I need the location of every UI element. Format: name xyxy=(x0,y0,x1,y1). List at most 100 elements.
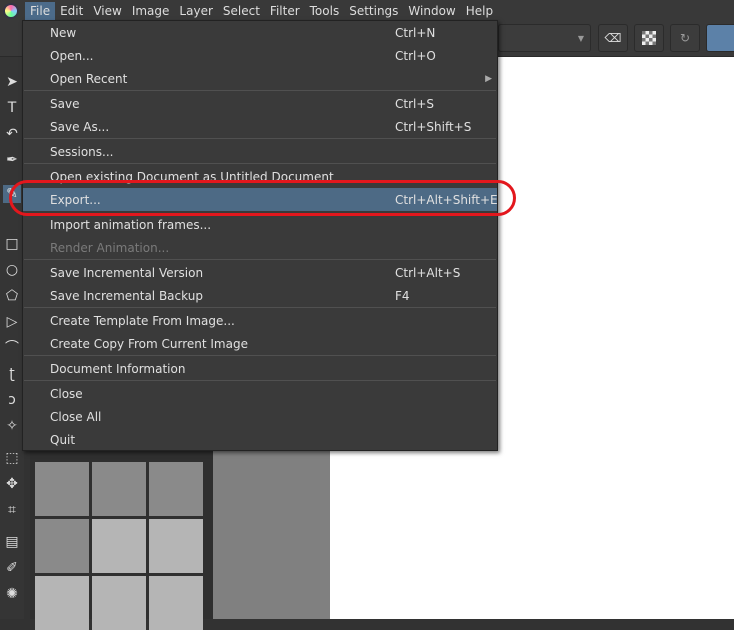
menu-item-open[interactable]: Open... Ctrl+O xyxy=(23,44,497,67)
menu-item-label: Open Recent xyxy=(50,71,128,86)
menu-item-export[interactable]: Export... Ctrl+Alt+Shift+E xyxy=(23,188,498,211)
menu-item-import-animation-frames[interactable]: Import animation frames... xyxy=(23,213,497,236)
menu-item-close-all[interactable]: Close All xyxy=(23,405,497,428)
menu-item-shortcut: Ctrl+S xyxy=(395,96,435,111)
menu-bar: File Edit View Image Layer Select Filter Tools S… xyxy=(0,0,734,21)
menu-item-quit[interactable]: Quit xyxy=(23,428,497,451)
dynamic-brush-icon[interactable]: ↄ xyxy=(3,391,21,409)
eraser-icon: ⌫ xyxy=(604,31,622,45)
menu-separator xyxy=(24,380,496,381)
color-picker-icon[interactable]: ✐ xyxy=(3,559,21,577)
menu-file[interactable]: File xyxy=(25,1,56,20)
menu-view[interactable]: View xyxy=(88,2,126,20)
toolbox: ➤ T ↶ ✒ ✎ □ ○ ⬠ ▷ ⌒ ʈ ↄ ✧ ⬚ ✥ ⌗ ▤ ✐ ✺ xyxy=(0,57,24,619)
brush-preset[interactable] xyxy=(149,519,203,573)
menu-item-label: Document Information xyxy=(50,361,186,376)
rectangular-select-icon[interactable]: ⬚ xyxy=(3,449,21,467)
checkerboard-icon xyxy=(642,31,656,45)
menu-separator xyxy=(24,138,496,139)
menu-help[interactable]: Help xyxy=(461,2,498,20)
menu-item-shortcut: Ctrl+Alt+S xyxy=(395,265,461,280)
reload-icon: ↻ xyxy=(679,31,691,45)
menu-item-label: Create Copy From Current Image xyxy=(50,336,248,351)
reload-preset-button[interactable]: ↻ xyxy=(670,24,700,52)
brush-preset[interactable] xyxy=(35,576,89,630)
menu-item-sessions[interactable]: Sessions... xyxy=(23,140,497,163)
multibrush-icon[interactable]: ✧ xyxy=(3,417,21,435)
menu-filter[interactable]: Filter xyxy=(265,2,305,20)
gradient-tool-icon[interactable]: ▤ xyxy=(3,533,21,551)
calligraphy-icon[interactable]: ✒ xyxy=(3,151,21,169)
menu-item-save-incremental-backup[interactable]: Save Incremental Backup F4 xyxy=(23,284,497,307)
menu-item-label: Save Incremental Backup xyxy=(50,288,203,303)
menu-item-open-existing-document-as-untitled-document[interactable]: Open existing Document as Untitled Docum… xyxy=(23,165,497,188)
blend-mode-dropdown[interactable]: ▼ xyxy=(498,24,591,52)
menu-item-label: Close xyxy=(50,386,83,401)
menu-item-label: Export... xyxy=(50,192,101,207)
krita-logo-icon xyxy=(3,2,19,19)
brush-preset-button[interactable] xyxy=(706,24,734,52)
menu-item-document-information[interactable]: Document Information xyxy=(23,357,497,380)
menu-item-label: Quit xyxy=(50,432,76,447)
menu-item-label: Sessions... xyxy=(50,144,114,159)
menu-item-save-as[interactable]: Save As... Ctrl+Shift+S xyxy=(23,115,497,138)
menu-item-create-template-from-image[interactable]: Create Template From Image... xyxy=(23,309,497,332)
menu-item-label: Create Template From Image... xyxy=(50,313,235,328)
menu-item-open-recent[interactable]: Open Recent ▶ xyxy=(23,67,497,90)
menu-item-label: Close All xyxy=(50,409,102,424)
bezier-tool-icon[interactable]: ⌒ xyxy=(3,339,21,357)
brush-preset[interactable] xyxy=(92,576,146,630)
submenu-arrow-icon: ▶ xyxy=(485,73,492,84)
file-menu: New Ctrl+N Open... Ctrl+O Open Recent ▶ Save Ct… xyxy=(22,20,498,451)
brush-preset[interactable] xyxy=(35,519,89,573)
select-shapes-icon[interactable]: ➤ xyxy=(3,73,21,91)
menu-item-shortcut: Ctrl+Alt+Shift+E xyxy=(395,192,498,207)
menu-separator xyxy=(24,307,496,308)
polyline-tool-icon[interactable]: ▷ xyxy=(3,313,21,331)
menu-item-label: Open existing Document as Untitled Docum… xyxy=(50,169,334,184)
menu-item-create-copy-from-current-image[interactable]: Create Copy From Current Image xyxy=(23,332,497,355)
freehand-path-icon[interactable]: ʈ xyxy=(3,365,21,383)
menu-separator xyxy=(24,163,496,164)
menu-select[interactable]: Select xyxy=(218,2,265,20)
menu-separator xyxy=(24,90,496,91)
menu-item-close[interactable]: Close xyxy=(23,382,497,405)
menu-item-shortcut: Ctrl+Shift+S xyxy=(395,119,472,134)
menu-item-label: Save Incremental Version xyxy=(50,265,204,280)
eraser-button[interactable]: ⌫ xyxy=(598,24,628,52)
menu-settings[interactable]: Settings xyxy=(344,2,403,20)
preserve-alpha-button[interactable] xyxy=(634,24,664,52)
menu-separator xyxy=(24,259,496,260)
menu-item-shortcut: Ctrl+O xyxy=(395,48,436,63)
menu-image[interactable]: Image xyxy=(127,2,175,20)
menu-tools[interactable]: Tools xyxy=(305,2,345,20)
menu-item-label: New xyxy=(50,25,77,40)
brush-preset[interactable] xyxy=(149,576,203,630)
menu-item-save-incremental-version[interactable]: Save Incremental Version Ctrl+Alt+S xyxy=(23,261,497,284)
menu-edit[interactable]: Edit xyxy=(55,2,88,20)
menu-separator xyxy=(24,355,496,356)
menu-item-new[interactable]: New Ctrl+N xyxy=(23,21,497,44)
rectangle-tool-icon[interactable]: □ xyxy=(3,235,21,253)
menu-item-save[interactable]: Save Ctrl+S xyxy=(23,92,497,115)
menu-item-label: Save As... xyxy=(50,119,110,134)
menu-item-label: Render Animation... xyxy=(50,240,170,255)
crop-tool-icon[interactable]: ⌗ xyxy=(3,501,21,519)
ellipse-tool-icon[interactable]: ○ xyxy=(3,261,21,279)
edit-shapes-icon[interactable]: ↶ xyxy=(3,125,21,143)
polygon-tool-icon[interactable]: ⬠ xyxy=(3,287,21,305)
smart-patch-icon[interactable]: ✺ xyxy=(3,585,21,603)
menu-item-label: Open... xyxy=(50,48,94,63)
menu-window[interactable]: Window xyxy=(403,2,460,20)
menu-layer[interactable]: Layer xyxy=(174,2,217,20)
brush-preset[interactable] xyxy=(149,462,203,516)
brush-preset[interactable] xyxy=(35,462,89,516)
brush-preset[interactable] xyxy=(92,519,146,573)
brush-preset[interactable] xyxy=(92,462,146,516)
chevron-down-icon: ▼ xyxy=(577,33,584,43)
menu-item-shortcut: Ctrl+N xyxy=(395,25,436,40)
menu-item-label: Save xyxy=(50,96,80,111)
brush-tool-icon[interactable]: ✎ xyxy=(3,185,21,203)
text-tool-icon[interactable]: T xyxy=(3,99,21,117)
move-tool-icon[interactable]: ✥ xyxy=(3,475,21,493)
